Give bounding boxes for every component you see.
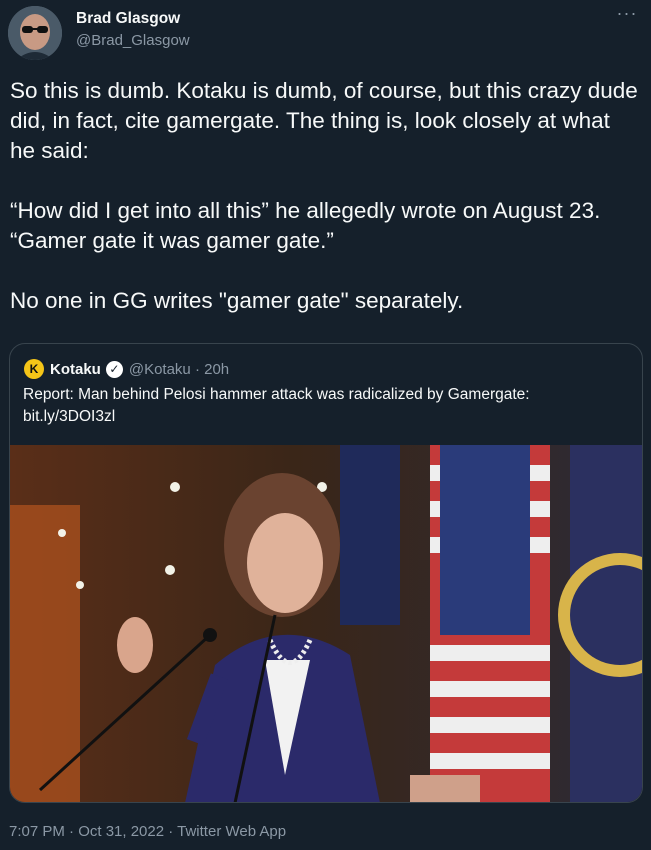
tweet-text: So this is dumb. Kotaku is dumb, of cour… <box>10 76 640 316</box>
tweet-paragraph: “How did I get into all this” he alleged… <box>10 198 601 253</box>
quoted-tweet-text: Report: Man behind Pelosi hammer attack … <box>23 384 623 428</box>
quoted-tweet-link[interactable]: bit.ly/3DOI3zl <box>23 406 623 428</box>
quoted-author-name[interactable]: Kotaku <box>50 361 101 378</box>
timestamp-text[interactable]: 7:07 PM · Oct 31, 2022 · Twitter Web App <box>9 823 286 840</box>
press-conference-photo <box>10 445 642 802</box>
tweet-paragraph: So this is dumb. Kotaku is dumb, of cour… <box>10 78 638 163</box>
quoted-author-handle-time: @Kotaku · 20h <box>128 360 230 378</box>
more-horizontal-icon[interactable]: ··· <box>613 4 641 28</box>
quoted-tweet-line: Report: Man behind Pelosi hammer attack … <box>23 386 530 403</box>
avatar[interactable] <box>8 6 62 60</box>
tweet-timestamp[interactable]: 7:07 PM · Oct 31, 2022 · Twitter Web App <box>9 823 286 840</box>
quoted-tweet-header: K Kotaku ✓ @Kotaku · 20h <box>24 358 229 380</box>
author-handle[interactable]: @Brad_Glasgow <box>76 32 190 49</box>
quoted-tweet-image[interactable] <box>10 445 642 802</box>
verified-badge-icon: ✓ <box>105 360 123 378</box>
tweet: Brad Glasgow @Brad_Glasgow ··· So this i… <box>0 0 651 850</box>
avatar-image <box>8 6 62 60</box>
quoted-tweet[interactable]: K Kotaku ✓ @Kotaku · 20h Report: Man beh… <box>9 343 643 803</box>
author-display-name[interactable]: Brad Glasgow <box>76 10 180 28</box>
kotaku-logo-icon: K <box>24 359 44 379</box>
tweet-paragraph: No one in GG writes "gamer gate" separat… <box>10 288 464 313</box>
